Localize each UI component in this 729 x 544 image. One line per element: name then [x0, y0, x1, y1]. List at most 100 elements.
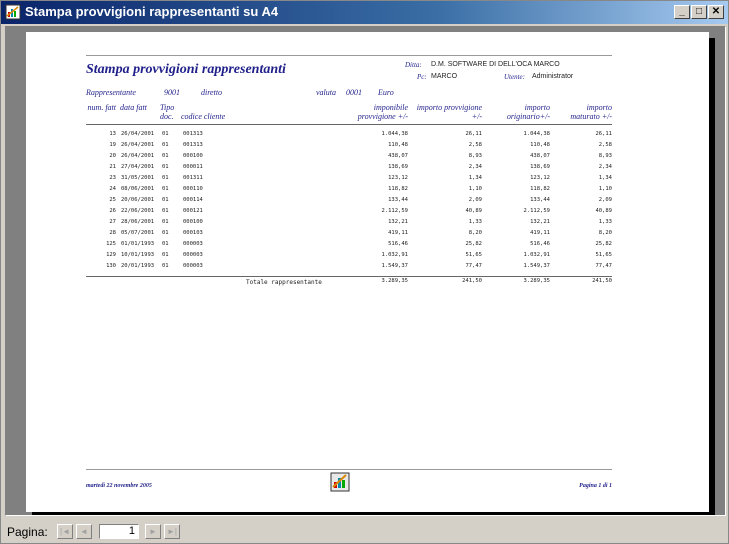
next-page-button[interactable]: ► [145, 524, 161, 539]
row-provvigione: 1,33 [468, 219, 482, 225]
status-bar: Pagina: |◄ ◄ 1 ► ►| [1, 519, 728, 543]
row-originario: 132,21 [530, 219, 550, 225]
row-date: 27/04/2001 [121, 164, 155, 170]
row-num: 26 [109, 208, 116, 214]
valuta-label: valuta [316, 88, 336, 97]
row-date: 26/04/2001 [121, 142, 155, 148]
row-date: 10/01/1993 [121, 252, 155, 258]
row-num: 21 [109, 164, 116, 170]
header-importo-originario: importo originario+/- [506, 103, 550, 121]
row-cliente: 000100 [183, 153, 203, 159]
page-number-input[interactable]: 1 [99, 524, 139, 539]
report-app-icon [5, 4, 21, 20]
header-tipo-doc: Tipo doc. [160, 103, 175, 121]
row-imponibile: 438,07 [388, 153, 408, 159]
total-originario: 3.289,35 [523, 278, 551, 284]
title-bar[interactable]: Stampa provvigioni rappresentanti su A4 … [1, 1, 728, 24]
row-tipo: 01 [162, 153, 169, 159]
row-num: 24 [109, 186, 116, 192]
row-tipo: 01 [162, 164, 169, 170]
row-num: 125 [106, 241, 116, 247]
top-rule [86, 55, 612, 56]
row-provvigione: 1,34 [468, 175, 482, 181]
row-imponibile: 516,46 [388, 241, 408, 247]
pc-label: Pc: [417, 73, 427, 81]
close-button[interactable]: ✕ [708, 5, 724, 19]
row-provvigione: 26,11 [465, 131, 482, 137]
pagina-label: Pagina: [7, 525, 48, 539]
row-tipo: 01 [162, 263, 169, 269]
row-tipo: 01 [162, 131, 169, 137]
row-maturato: 8,20 [598, 230, 612, 236]
row-date: 31/05/2001 [121, 175, 155, 181]
report-preview-area[interactable]: Stampa provvigioni rappresentanti Ditta:… [5, 26, 726, 516]
rappresentante-name: diretto [201, 88, 223, 97]
total-rule [86, 276, 612, 277]
row-cliente: 000110 [183, 186, 203, 192]
row-tipo: 01 [162, 230, 169, 236]
row-provvigione: 51,65 [465, 252, 482, 258]
footer-rule [86, 469, 612, 470]
row-tipo: 01 [162, 252, 169, 258]
first-page-button[interactable]: |◄ [57, 524, 73, 539]
total-imponibile: 3.289,35 [381, 278, 409, 284]
row-originario: 123,12 [530, 175, 550, 181]
row-provvigione: 77,47 [465, 263, 482, 269]
row-num: 130 [106, 263, 116, 269]
header-data-fatt: data fatt [120, 103, 147, 112]
row-tipo: 01 [162, 241, 169, 247]
row-provvigione: 2,09 [468, 197, 482, 203]
valuta-code: 0001 [346, 88, 362, 97]
pc-value: MARCO [431, 73, 458, 80]
table-row: 130 20/01/1993 01 000003 1.549,37 77,47 1.549,… [26, 260, 709, 272]
row-num: 20 [109, 153, 116, 159]
row-imponibile: 138,69 [388, 164, 408, 170]
row-imponibile: 2.112,59 [381, 208, 409, 214]
row-originario: 419,11 [530, 230, 550, 236]
last-page-button[interactable]: ►| [164, 524, 180, 539]
footer-date: martedì 22 novembre 2005 [86, 483, 152, 489]
row-num: 23 [109, 175, 116, 181]
row-cliente: 000121 [183, 208, 203, 214]
previous-page-button[interactable]: ◄ [76, 524, 92, 539]
row-date: 05/07/2001 [121, 230, 155, 236]
row-originario: 110,48 [530, 142, 550, 148]
row-cliente: 000003 [183, 241, 203, 247]
window-title: Stampa provvigioni rappresentanti su A4 [25, 4, 279, 19]
row-provvigione: 1,10 [468, 186, 482, 192]
row-imponibile: 123,12 [388, 175, 408, 181]
row-date: 01/01/1993 [121, 241, 155, 247]
row-cliente: 001313 [183, 131, 203, 137]
row-maturato: 26,11 [595, 131, 612, 137]
row-originario: 1.032,91 [523, 252, 551, 258]
report-preview-window: Stampa provvigioni rappresentanti su A4 … [0, 0, 729, 544]
row-cliente: 000103 [183, 230, 203, 236]
row-num: 28 [109, 230, 116, 236]
row-cliente: 000011 [183, 164, 203, 170]
row-tipo: 01 [162, 219, 169, 225]
row-cliente: 001311 [183, 175, 203, 181]
row-num: 25 [109, 197, 116, 203]
row-cliente: 000100 [183, 219, 203, 225]
row-originario: 1.044,38 [523, 131, 551, 137]
row-provvigione: 2,34 [468, 164, 482, 170]
row-cliente: 000003 [183, 252, 203, 258]
header-rule [86, 124, 612, 125]
rappresentante-label: Rappresentante [86, 88, 136, 97]
row-date: 26/04/2001 [121, 131, 155, 137]
ditta-value: D.M. SOFTWARE DI DELL'OCA MARCO [431, 61, 560, 68]
row-provvigione: 25,82 [465, 241, 482, 247]
row-originario: 1.549,37 [523, 263, 551, 269]
row-provvigione: 40,89 [465, 208, 482, 214]
row-tipo: 01 [162, 142, 169, 148]
header-codice-cliente: codice cliente [181, 112, 226, 121]
row-imponibile: 419,11 [388, 230, 408, 236]
row-maturato: 25,82 [595, 241, 612, 247]
row-originario: 438,07 [530, 153, 550, 159]
maximize-button[interactable]: □ [691, 5, 707, 19]
row-maturato: 1,34 [598, 175, 612, 181]
row-maturato: 40,89 [595, 208, 612, 214]
row-date: 20/06/2001 [121, 197, 155, 203]
minimize-button[interactable]: _ [674, 5, 690, 19]
row-provvigione: 2,58 [468, 142, 482, 148]
